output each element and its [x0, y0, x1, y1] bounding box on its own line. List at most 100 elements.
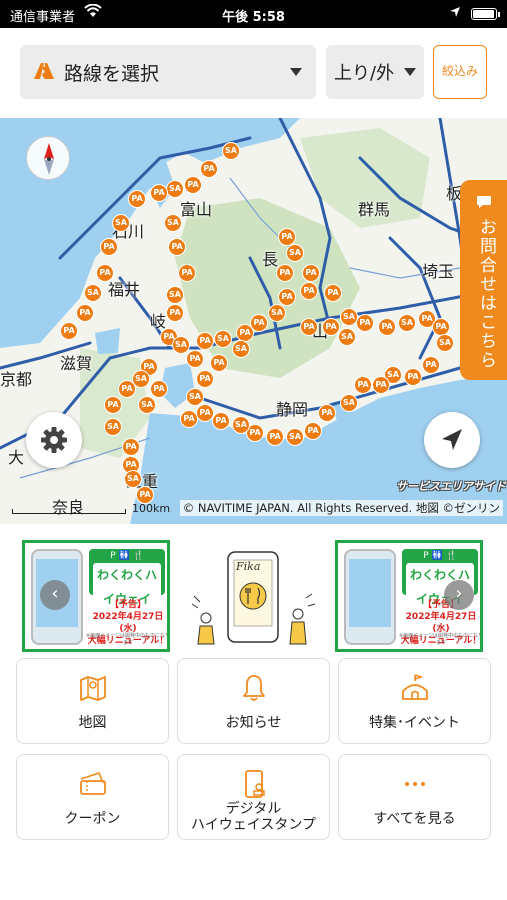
direction-label: 上り/外 — [334, 63, 395, 84]
service-area-pin[interactable]: PA — [100, 238, 118, 256]
battery-icon — [471, 8, 500, 20]
menu-label: デジタル — [225, 801, 282, 817]
map-label-osaka: 大 — [8, 448, 25, 467]
compass-icon[interactable] — [26, 136, 70, 180]
fika-illustration[interactable]: Fika — [186, 548, 320, 648]
service-area-pin[interactable]: PA — [324, 284, 342, 302]
service-area-pin[interactable]: SA — [232, 340, 250, 358]
highway-badge: P 🚻 🍴 わくわくハイウェイ — [89, 549, 165, 611]
menu-label: すべてを見る — [373, 811, 456, 827]
service-area-pin[interactable]: PA — [212, 412, 230, 430]
filter-button[interactable]: 絞込み — [433, 45, 487, 99]
service-area-pin[interactable]: PA — [278, 228, 296, 246]
navigation-arrow-icon — [442, 429, 462, 450]
badge-icons: P 🚻 🍴 — [423, 551, 457, 561]
service-area-pin[interactable]: PA — [178, 264, 196, 282]
service-area-pin[interactable]: PA — [122, 438, 140, 456]
scale-bar — [12, 509, 126, 514]
service-area-pin[interactable]: PA — [196, 332, 214, 350]
menu-see-all-button[interactable]: すべてを見る — [338, 754, 491, 840]
service-area-pin[interactable]: PA — [200, 160, 218, 178]
service-area-pin[interactable]: PA — [432, 318, 450, 336]
map-view[interactable]: 富山 群馬 石川 福井 長 埼玉 岐 滋賀 山 京都 静岡 大 三重 奈良 板 … — [0, 118, 507, 524]
menu-news-button[interactable]: お知らせ — [177, 658, 330, 744]
current-location-button[interactable] — [424, 412, 480, 468]
service-area-pin[interactable]: PA — [210, 354, 228, 372]
service-area-pin[interactable]: PA — [302, 264, 320, 282]
service-area-pin[interactable]: PA — [196, 370, 214, 388]
carousel-prev-button[interactable]: ‹ — [40, 580, 70, 610]
service-area-pin[interactable]: PA — [196, 404, 214, 422]
status-bar: 通信事業者 午後 5:58 — [0, 0, 507, 28]
service-area-pin[interactable]: PA — [304, 422, 322, 440]
service-area-pin[interactable]: PA — [166, 304, 184, 322]
contact-tab-label: お問合せはこちら — [476, 218, 496, 370]
service-area-pin[interactable]: SA — [186, 388, 204, 406]
service-area-pin[interactable]: PA — [356, 314, 374, 332]
menu-stamp-button[interactable]: デジタル ハイウェイスタンプ — [177, 754, 330, 840]
service-area-pin[interactable]: PA — [76, 304, 94, 322]
service-area-pin[interactable]: SA — [124, 470, 142, 488]
map-settings-button[interactable] — [26, 412, 82, 468]
banner-small-print: ※画面イメージは開発中のものになります — [398, 633, 483, 646]
service-area-pin[interactable]: SA — [112, 214, 130, 232]
service-area-pin[interactable]: PA — [276, 264, 294, 282]
service-area-pin[interactable]: SA — [436, 334, 454, 352]
service-area-pin[interactable]: PA — [250, 314, 268, 332]
service-area-pin[interactable]: PA — [266, 428, 284, 446]
service-area-pin[interactable]: PA — [150, 184, 168, 202]
service-area-pin[interactable]: PA — [404, 368, 422, 386]
service-area-pin[interactable]: SA — [286, 428, 304, 446]
service-area-pin[interactable]: SA — [164, 214, 182, 232]
phone-illustration — [344, 549, 396, 645]
service-area-pin[interactable]: SA — [286, 244, 304, 262]
menu-events-button[interactable]: 特集･イベント — [338, 658, 491, 744]
map-label-nagano: 長 — [262, 250, 279, 269]
service-area-pin[interactable]: PA — [118, 380, 136, 398]
service-area-pin[interactable]: PA — [186, 350, 204, 368]
coupon-icon — [17, 769, 168, 801]
service-area-pin[interactable]: SA — [214, 330, 232, 348]
route-select[interactable]: 路線を選択 — [20, 45, 316, 99]
battery-level — [473, 10, 494, 18]
service-area-pin[interactable]: SA — [398, 314, 416, 332]
service-area-pin[interactable]: PA — [96, 264, 114, 282]
service-area-pin[interactable]: PA — [300, 318, 318, 336]
service-area-pin[interactable]: PA — [372, 376, 390, 394]
service-area-pin[interactable]: PA — [322, 318, 340, 336]
map-label-toyama: 富山 — [180, 200, 213, 219]
service-area-pin[interactable]: SA — [222, 142, 240, 160]
menu-coupon-button[interactable]: クーポン — [16, 754, 169, 840]
service-area-pin[interactable]: SA — [340, 394, 358, 412]
service-area-pin[interactable]: SA — [104, 418, 122, 436]
service-area-pin[interactable]: PA — [104, 396, 122, 414]
service-area-pin[interactable]: PA — [168, 238, 186, 256]
menu-label: お知らせ — [225, 715, 282, 731]
service-area-pin[interactable]: PA — [60, 322, 78, 340]
service-area-pin[interactable]: SA — [232, 416, 250, 434]
service-area-pin[interactable]: PA — [354, 376, 372, 394]
service-area-pin[interactable]: PA — [184, 176, 202, 194]
service-area-pin[interactable]: PA — [378, 318, 396, 336]
service-area-pin[interactable]: SA — [84, 284, 102, 302]
service-area-pin[interactable]: PA — [300, 282, 318, 300]
contact-tab[interactable]: お問合せはこちら — [460, 180, 507, 380]
direction-select[interactable]: 上り/外 — [326, 45, 424, 99]
service-area-pin[interactable]: PA — [150, 380, 168, 398]
service-area-pin[interactable]: SA — [268, 304, 286, 322]
service-area-pin[interactable]: SA — [138, 396, 156, 414]
menu-map-button[interactable]: 地図 — [16, 658, 169, 744]
service-area-logo: サービスエリアサイド — [396, 480, 506, 493]
service-area-pin[interactable]: SA — [338, 328, 356, 346]
service-area-pin[interactable]: PA — [318, 404, 336, 422]
service-area-pin[interactable]: SA — [166, 180, 184, 198]
service-area-pin[interactable]: PA — [128, 190, 146, 208]
service-area-pin[interactable]: SA — [172, 336, 190, 354]
carousel-next-button[interactable]: › — [444, 580, 474, 610]
service-area-pin[interactable]: PA — [422, 356, 440, 374]
service-area-pin[interactable]: PA — [278, 288, 296, 306]
service-area-pin[interactable]: SA — [166, 286, 184, 304]
map-label-kyoto: 京都 — [0, 370, 33, 389]
banner-small-print: ※画面イメージは開発中のものになります — [85, 633, 170, 646]
menu-label-second-line: ハイウェイスタンプ — [191, 817, 316, 833]
